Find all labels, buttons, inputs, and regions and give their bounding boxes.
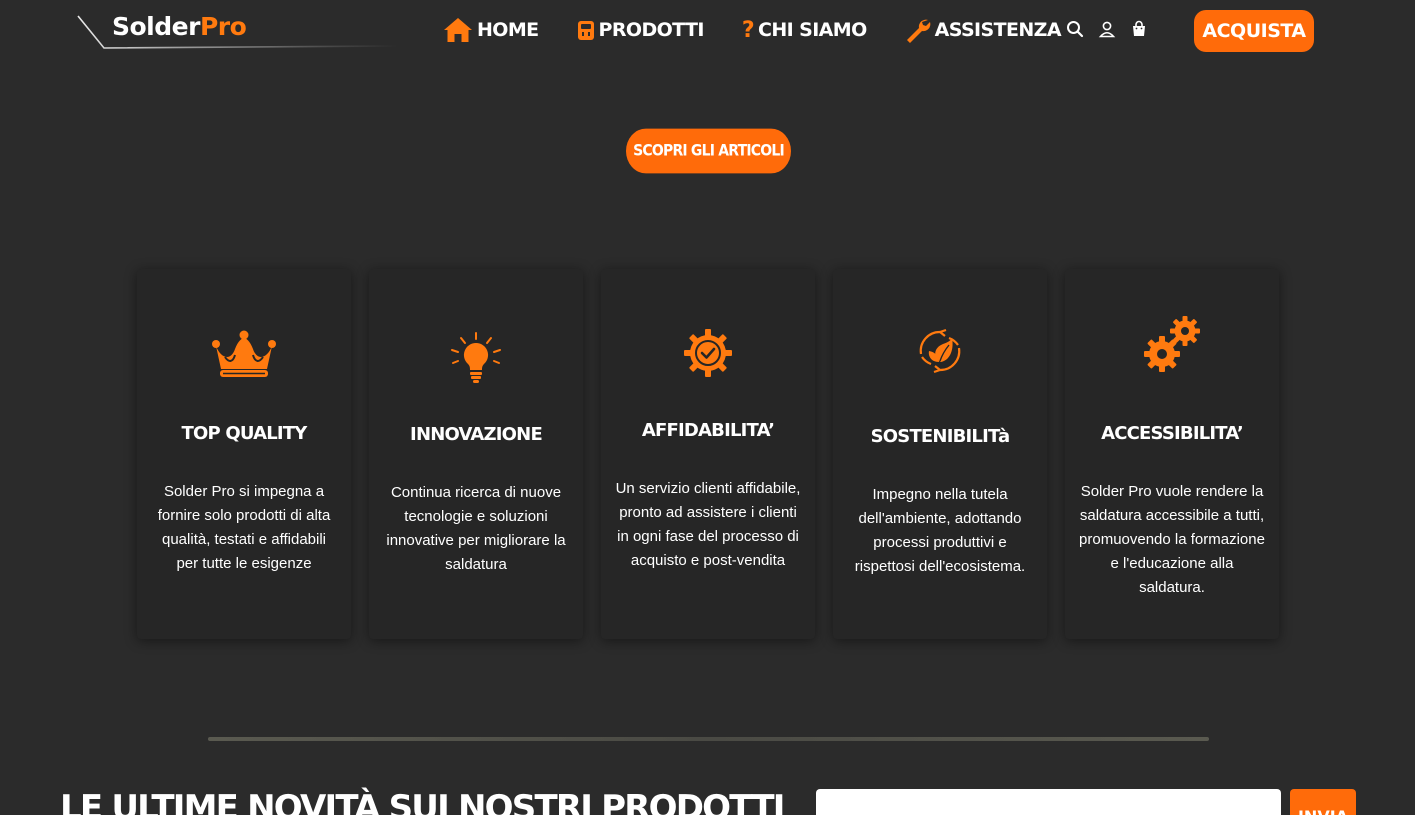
feature-card-accessibility: ACCESSIBILITA’ Solder Pro vuole rendere … <box>1065 269 1279 639</box>
feature-title: TOP QUALITY <box>181 423 307 444</box>
feature-card-innovation: INNOVAZIONE Continua ricerca di nuove te… <box>369 269 583 639</box>
nav-item-assistenza[interactable]: ASSISTENZA <box>905 17 1062 43</box>
email-field[interactable] <box>816 789 1281 815</box>
logo-name-accent: Pro <box>199 12 247 41</box>
header-icons <box>1066 20 1148 38</box>
feature-description: Un servizio clienti affidabile, pronto a… <box>615 480 801 569</box>
logo-text: SolderPro <box>112 12 247 41</box>
logo[interactable]: SolderPro <box>76 8 406 52</box>
nav-item-home[interactable]: HOME <box>443 17 539 43</box>
soldering-station-icon <box>577 21 594 40</box>
feature-card-sustainability: SOSTENIBILITà Impegno nella tutela dell'… <box>833 269 1047 639</box>
newsletter-title: LE ULTIME NOVITÀ SUI NOSTRI PRODOTTI <box>60 788 785 815</box>
user-icon[interactable] <box>1098 20 1116 38</box>
wrench-icon <box>906 19 930 43</box>
feature-title: SOSTENIBILITà <box>870 426 1011 447</box>
buy-button[interactable]: ACQUISTA <box>1194 10 1314 52</box>
search-icon[interactable] <box>1066 20 1084 38</box>
logo-name-primary: Solder <box>112 12 200 41</box>
feature-description: Impegno nella tutela dell'ambiente, adot… <box>854 486 1026 575</box>
feature-card-reliability: AFFIDABILITA’ Un servizio clienti affida… <box>601 269 815 639</box>
question-mark-icon: ? <box>741 17 755 43</box>
nav-label-prodotti: PRODOTTI <box>598 19 705 41</box>
nav-label-chi-siamo: CHI SIAMO <box>757 19 867 41</box>
nav-label-assistenza: ASSISTENZA <box>934 19 1062 41</box>
feature-title: AFFIDABILITA’ <box>641 420 775 441</box>
feature-title: INNOVAZIONE <box>410 424 543 445</box>
section-divider <box>208 737 1209 741</box>
nav-item-prodotti[interactable]: PRODOTTI <box>577 19 704 41</box>
feature-description: Solder Pro si impegna a fornire solo pro… <box>157 483 331 572</box>
discover-articles-button[interactable]: SCOPRI GLI ARTICOLI <box>626 128 791 174</box>
submit-button[interactable]: INVIA <box>1290 789 1356 815</box>
main-nav: HOME PRODOTTI ? CHI SIAMO ASSISTENZA <box>443 14 1062 46</box>
feature-description: Continua ricerca di nuove tecnologie e s… <box>386 484 566 573</box>
feature-title: ACCESSIBILITA’ <box>1101 423 1244 444</box>
feature-card-quality: TOP QUALITY Solder Pro si impegna a forn… <box>137 269 351 639</box>
site-header: SolderPro HOME PRODOTTI ? CHI SIAMO ASSI… <box>0 0 1415 62</box>
recycle-leaf-icon <box>919 328 961 374</box>
gear-check-icon <box>684 329 732 377</box>
gears-icon <box>1144 316 1200 372</box>
crown-icon <box>212 330 276 377</box>
feature-description: Solder Pro vuole rendere la saldatura ac… <box>1079 483 1265 596</box>
nav-label-home: HOME <box>477 19 539 41</box>
nav-item-chi-siamo[interactable]: ? CHI SIAMO <box>742 18 867 43</box>
home-icon <box>444 18 472 42</box>
lightbulb-icon <box>451 332 501 383</box>
shopping-bag-icon[interactable] <box>1130 20 1148 38</box>
